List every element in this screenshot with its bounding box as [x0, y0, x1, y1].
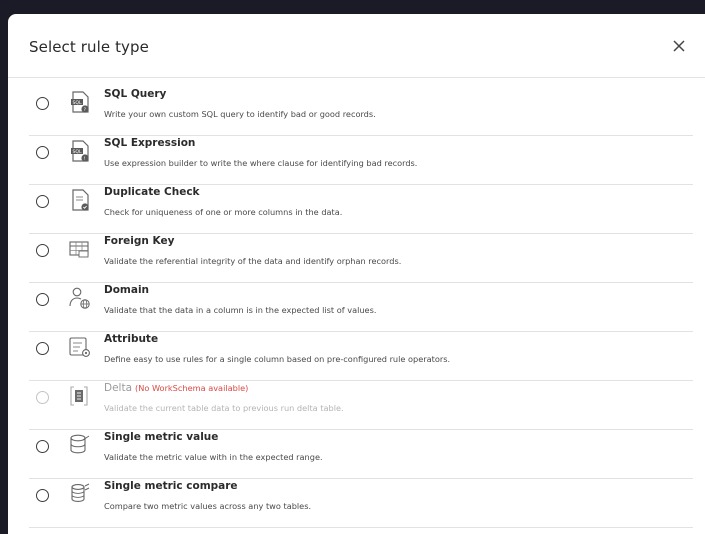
svg-text:!: ! [84, 156, 86, 162]
workschema-warning: (No WorkSchema available) [135, 383, 249, 393]
rule-name: SQL Query [104, 88, 167, 100]
rule-name: Foreign Key [104, 235, 175, 247]
rule-description: Validate the current table data to previ… [104, 403, 344, 413]
attribute-icon [69, 337, 90, 357]
rule-option-duplicate-check[interactable]: Duplicate Check Check for uniqueness of … [29, 186, 693, 234]
rule-name: Delta (No WorkSchema available) [104, 382, 248, 394]
rule-radio[interactable] [36, 146, 49, 159]
duplicate-check-icon [72, 189, 89, 211]
delta-icon [70, 386, 88, 406]
svg-text:SQL: SQL [73, 149, 83, 155]
dialog-header: Select rule type [8, 14, 705, 78]
rule-option-single-metric-compare[interactable]: Single metric compare Compare two metric… [29, 480, 693, 528]
single-metric-compare-icon [71, 483, 90, 502]
rule-option-delta: Delta (No WorkSchema available) Validate … [29, 382, 693, 430]
close-icon[interactable] [671, 38, 687, 54]
rule-name: Attribute [104, 333, 159, 345]
rule-description: Validate that the data in a column is in… [104, 305, 377, 315]
rule-name: SQL Expression [104, 137, 196, 149]
rule-description: Check for uniqueness of one or more colu… [104, 207, 343, 217]
sql-query-icon: SQL ? [71, 91, 89, 113]
rule-name: Duplicate Check [104, 186, 200, 198]
rule-name: Single metric compare [104, 480, 238, 492]
rule-name-text: Delta [104, 382, 133, 394]
rule-radio[interactable] [36, 97, 49, 110]
rule-option-sql-query[interactable]: SQL ? SQL Query Write your own custom SQ… [29, 88, 693, 136]
rule-type-list: SQL ? SQL Query Write your own custom SQ… [8, 88, 705, 529]
rule-radio[interactable] [36, 440, 49, 453]
rule-description: Use expression builder to write the wher… [104, 158, 418, 168]
rule-description: Define easy to use rules for a single co… [104, 354, 451, 364]
select-rule-type-dialog: Select rule type SQL ? SQL Query Write y… [8, 14, 705, 534]
rule-option-attribute[interactable]: Attribute Define easy to use rules for a… [29, 333, 693, 381]
rule-description: Compare two metric values across any two… [104, 501, 312, 511]
rule-name: Domain [104, 284, 150, 296]
rule-name: Single metric value [104, 431, 219, 443]
rule-radio[interactable] [36, 293, 49, 306]
rule-description: Write your own custom SQL query to ident… [104, 109, 376, 119]
rule-description: Validate the metric value with in the ex… [104, 452, 323, 462]
rule-description: Validate the referential integrity of th… [104, 256, 402, 266]
single-metric-value-icon [70, 434, 90, 454]
domain-icon [69, 287, 90, 309]
svg-text:SQL: SQL [73, 100, 83, 106]
rule-radio[interactable] [36, 244, 49, 257]
rule-radio [36, 391, 49, 404]
rule-radio[interactable] [36, 342, 49, 355]
rule-option-sql-expression[interactable]: SQL ! SQL Expression Use expression buil… [29, 137, 693, 185]
rule-radio[interactable] [36, 195, 49, 208]
rule-option-single-metric-value[interactable]: Single metric value Validate the metric … [29, 431, 693, 479]
rule-option-domain[interactable]: Domain Validate that the data in a colum… [29, 284, 693, 332]
rule-option-foreign-key[interactable]: Foreign Key Validate the referential int… [29, 235, 693, 283]
sql-expression-icon: SQL ! [71, 140, 89, 162]
dialog-title: Select rule type [29, 38, 149, 56]
foreign-key-icon [69, 241, 89, 258]
rule-radio[interactable] [36, 489, 49, 502]
